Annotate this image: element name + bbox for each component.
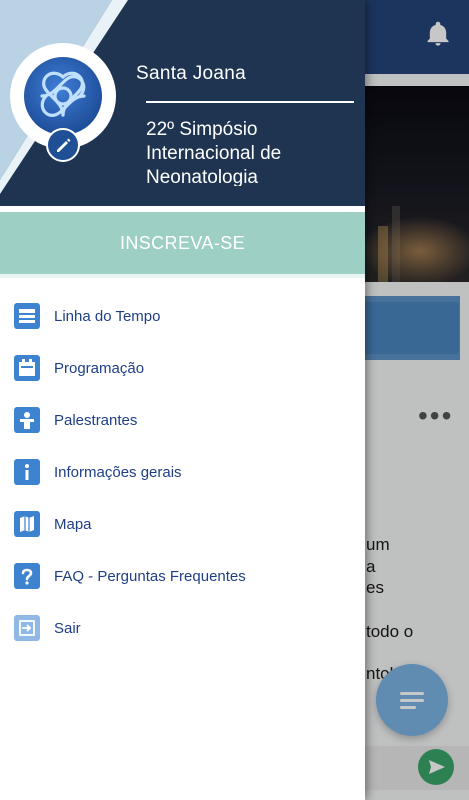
faq-icon: [14, 563, 40, 589]
menu-item-faq[interactable]: FAQ - Perguntas Frequentes: [0, 550, 365, 602]
menu-item-label: FAQ - Perguntas Frequentes: [54, 567, 246, 585]
drawer-menu: Linha do Tempo Programação Palestrantes …: [0, 290, 365, 654]
navigation-drawer: Santa Joana 22º Simpósio Internacional d…: [0, 0, 365, 800]
calendar-icon: [14, 355, 40, 381]
organization-name: Santa Joana: [136, 63, 246, 84]
event-title: 22º Simpósio Internacional de Neonatolog…: [146, 119, 282, 186]
register-button[interactable]: INSCREVA-SE: [0, 212, 365, 274]
menu-item-programacao[interactable]: Programação: [0, 342, 365, 394]
logout-icon: [14, 615, 40, 641]
header-divider: [146, 101, 354, 103]
menu-item-label: Mapa: [54, 515, 92, 533]
menu-item-sair[interactable]: Sair: [0, 602, 365, 654]
timeline-icon: [14, 303, 40, 329]
divider: [0, 274, 365, 278]
menu-item-mapa[interactable]: Mapa: [0, 498, 365, 550]
map-icon: [14, 511, 40, 537]
menu-item-label: Programação: [54, 359, 145, 377]
menu-item-label: Linha do Tempo: [54, 307, 161, 325]
edit-profile-button[interactable]: [46, 128, 80, 162]
menu-item-label: Palestrantes: [54, 411, 138, 429]
pencil-icon: [57, 138, 71, 152]
menu-item-palestrantes[interactable]: Palestrantes: [0, 394, 365, 446]
menu-item-label: Sair: [54, 619, 81, 637]
menu-item-informacoes-gerais[interactable]: Informações gerais: [0, 446, 365, 498]
menu-item-linha-do-tempo[interactable]: Linha do Tempo: [0, 290, 365, 342]
drawer-header: Santa Joana 22º Simpósio Internacional d…: [0, 0, 365, 206]
register-button-label: INSCREVA-SE: [119, 232, 246, 253]
santa-joana-logo-icon: [24, 57, 102, 135]
info-icon: [14, 459, 40, 485]
menu-item-label: Informações gerais: [54, 463, 182, 481]
speaker-icon: [14, 407, 40, 433]
